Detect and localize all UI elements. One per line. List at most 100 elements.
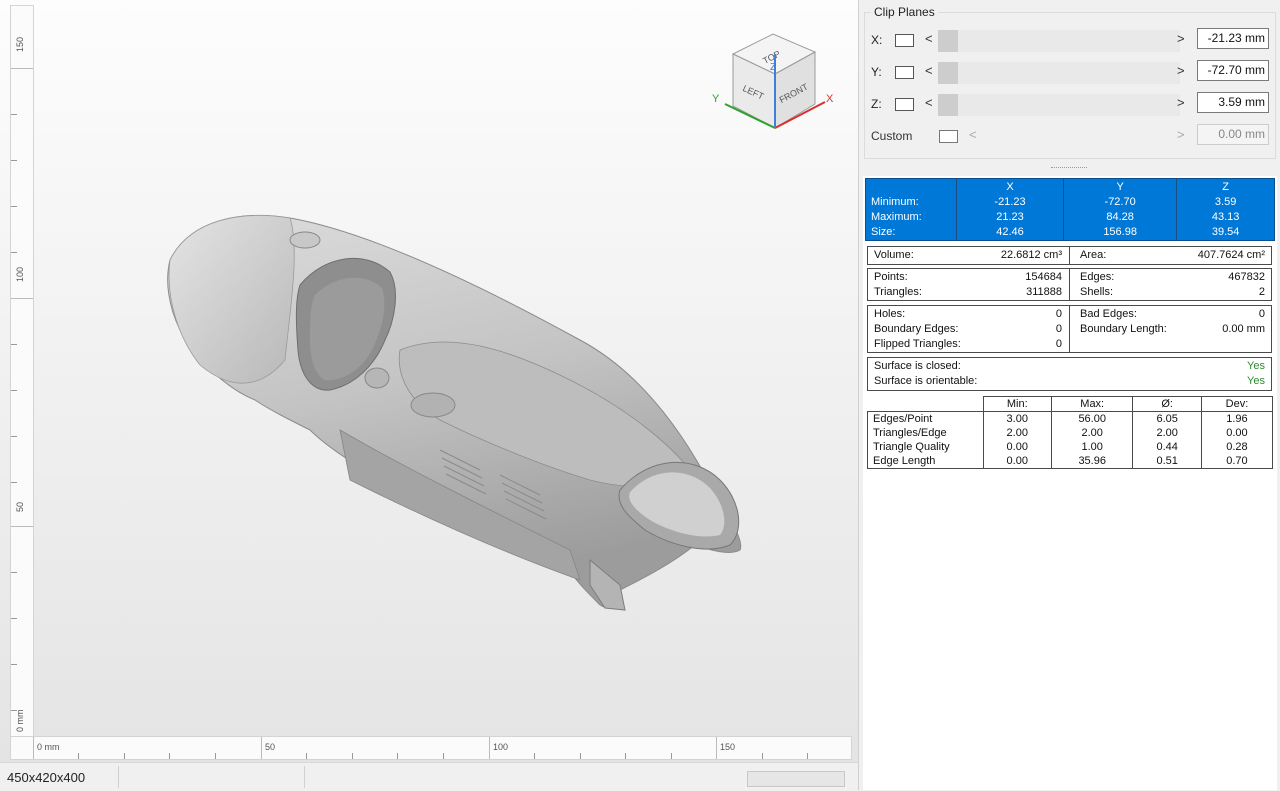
shells-value: 2 <box>1258 286 1265 298</box>
stats-cell: 0.00 <box>982 440 1052 454</box>
bbox-cell: 84.28 <box>1063 209 1177 225</box>
status-dimensions: 450x420x400 <box>7 770 86 785</box>
clip-x-left-arrow[interactable]: < <box>925 31 933 46</box>
bad-edges-value: 0 <box>1258 308 1265 320</box>
clip-x-slider[interactable] <box>938 30 1180 52</box>
clip-z-slider-thumb[interactable] <box>938 94 958 116</box>
clip-x-slider-thumb[interactable] <box>938 30 958 52</box>
bbox-cell: 21.23 <box>955 209 1064 225</box>
clip-planes-group: Clip Planes X: < > -21.23 mm Y: < > -72.… <box>864 5 1276 159</box>
stats-header-blank <box>867 396 984 412</box>
stats-cell: 1.00 <box>1050 440 1134 454</box>
surface-closed-value: Yes <box>1247 360 1265 372</box>
volume-area-box: Volume: 22.6812 cm³ Area: 407.7624 cm² <box>867 246 1272 265</box>
shells-label: Shells: <box>1080 286 1114 298</box>
clip-z-right-arrow[interactable]: > <box>1177 95 1185 110</box>
mesh-info-panel: X Y Z Minimum: -21.23 -72.70 3.59 Maximu… <box>863 176 1277 790</box>
triangles-label: Triangles: <box>874 286 922 298</box>
clip-y-slider-thumb[interactable] <box>938 62 958 84</box>
stats-header-max: Max: <box>1050 396 1134 412</box>
clip-row-custom: Custom < > 0.00 mm <box>865 122 1275 150</box>
volume-value: 22.6812 cm³ <box>1000 249 1062 261</box>
mesh-statistics-table: Min: Max: Ø: Dev: Edges/Point 3.00 56.00… <box>867 396 1274 469</box>
boundary-length-value: 0.00 mm <box>1222 323 1265 335</box>
bbox-row-label: Maximum: <box>871 211 922 224</box>
boundary-edges-value: 0 <box>1055 323 1062 335</box>
clip-custom-checkbox[interactable] <box>939 130 958 143</box>
stats-cell: 6.05 <box>1132 411 1202 426</box>
edges-label: Edges: <box>1080 271 1115 283</box>
stats-cell: 2.00 <box>1050 426 1134 440</box>
clip-z-value-field[interactable]: 3.59 mm <box>1197 92 1269 113</box>
holes-value: 0 <box>1055 308 1062 320</box>
clip-custom-left-arrow[interactable]: < <box>969 127 977 142</box>
clip-y-left-arrow[interactable]: < <box>925 63 933 78</box>
horizontal-ruler: 0 mm 50 100 150 <box>10 736 852 760</box>
clip-z-left-arrow[interactable]: < <box>925 95 933 110</box>
edges-value: 467832 <box>1228 271 1265 283</box>
stats-row-label: Triangle Quality <box>867 440 984 454</box>
stats-cell: 35.96 <box>1050 454 1134 469</box>
status-divider <box>118 766 119 788</box>
stats-row-label: Triangles/Edge <box>867 426 984 440</box>
mesh-errors-box: Holes: 0 Bad Edges: 0 Boundary Edges: 0 … <box>867 305 1272 353</box>
3d-viewport[interactable]: 150 100 50 0 mm 0 mm 50 100 150 TOP LEFT… <box>0 0 858 762</box>
area-label: Area: <box>1080 249 1107 261</box>
stats-cell: 0.44 <box>1132 440 1202 454</box>
axis-z-label: Z <box>770 62 776 73</box>
splitter-grip[interactable] <box>1051 167 1087 170</box>
axis-y-label: Y <box>712 93 720 105</box>
bad-edges-label: Bad Edges: <box>1080 308 1137 320</box>
ruler-label: 100 <box>493 742 509 752</box>
clip-row-z: Z: < > 3.59 mm <box>865 90 1275 118</box>
status-progress-bar <box>747 771 845 787</box>
clip-x-right-arrow[interactable]: > <box>1177 31 1185 46</box>
clip-z-label: Z: <box>871 97 882 111</box>
navigation-cube[interactable]: TOP LEFT FRONT X Y Z <box>705 30 835 140</box>
stats-row-label: Edges/Point <box>867 411 984 426</box>
ruler-label: 150 <box>15 36 25 52</box>
clip-x-checkbox[interactable] <box>895 34 914 47</box>
stats-cell: 0.51 <box>1132 454 1202 469</box>
bounding-box-table: X Y Z Minimum: -21.23 -72.70 3.59 Maximu… <box>865 178 1275 241</box>
bbox-cell: -72.70 <box>1063 194 1177 210</box>
bbox-row-label: Minimum: <box>871 195 919 208</box>
stats-cell: 0.28 <box>1200 440 1274 454</box>
clip-x-value-field[interactable]: -21.23 mm <box>1197 28 1269 49</box>
stats-header-min: Min: <box>982 396 1052 412</box>
surface-closed-label: Surface is closed: <box>874 360 961 372</box>
clip-y-checkbox[interactable] <box>895 66 914 79</box>
boundary-edges-label: Boundary Edges: <box>874 323 959 335</box>
points-value: 154684 <box>1025 271 1062 283</box>
clip-y-slider[interactable] <box>938 62 1180 84</box>
clip-custom-right-arrow[interactable]: > <box>1177 127 1185 142</box>
clip-z-slider[interactable] <box>938 94 1180 116</box>
bbox-cell: 42.46 <box>955 224 1064 241</box>
surface-orientable-value: Yes <box>1247 375 1265 387</box>
flipped-triangles-value: 0 <box>1055 338 1062 350</box>
stats-cell: 56.00 <box>1050 411 1134 426</box>
clip-custom-label: Custom <box>871 129 913 143</box>
clip-y-value-field[interactable]: -72.70 mm <box>1197 60 1269 81</box>
clip-y-right-arrow[interactable]: > <box>1177 63 1185 78</box>
stats-cell: 3.00 <box>982 411 1052 426</box>
ruler-label: 50 <box>265 742 276 752</box>
stats-header-dev: Dev: <box>1200 396 1274 412</box>
panel-splitter[interactable] <box>859 165 1280 173</box>
clip-planes-title: Clip Planes <box>871 5 938 19</box>
holes-label: Holes: <box>874 308 906 320</box>
ruler-label: 100 <box>15 266 25 282</box>
points-label: Points: <box>874 271 908 283</box>
clip-custom-value-field[interactable]: 0.00 mm <box>1197 124 1269 145</box>
axis-x-label: X <box>826 93 834 105</box>
clip-z-checkbox[interactable] <box>895 98 914 111</box>
status-bar: 450x420x400 <box>0 762 858 791</box>
bbox-cell: 3.59 <box>1176 194 1275 210</box>
car-body-model[interactable] <box>150 200 770 620</box>
mesh-counts-box: Points: 154684 Edges: 467832 Triangles: … <box>867 268 1272 301</box>
bbox-row-label: Size: <box>871 226 896 239</box>
surface-orientable-label: Surface is orientable: <box>874 375 978 387</box>
stats-cell: 2.00 <box>1132 426 1202 440</box>
bbox-cell: 43.13 <box>1176 209 1275 225</box>
ruler-label: 150 <box>720 742 736 752</box>
